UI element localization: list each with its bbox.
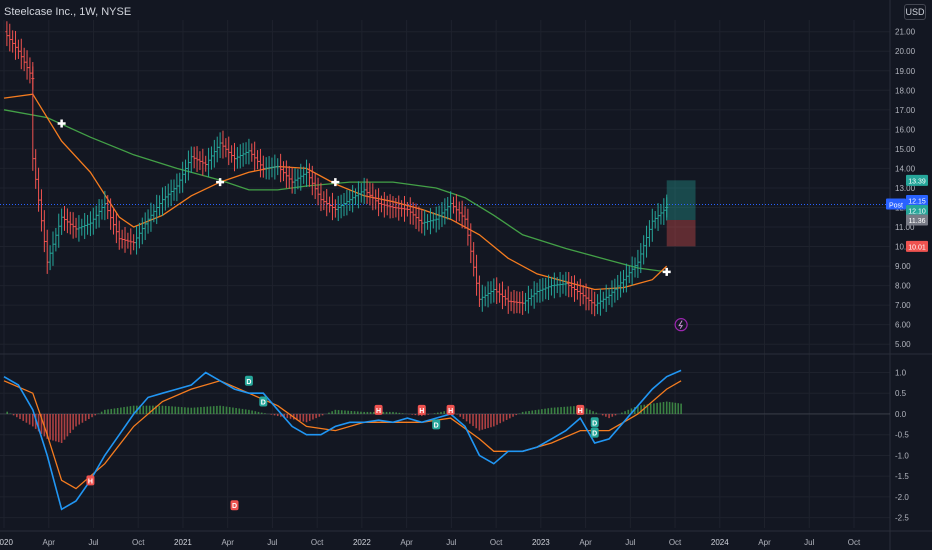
cross-marker [57, 119, 66, 128]
y-tick-label: 17.00 [895, 106, 916, 115]
x-tick-label: Jul [446, 538, 456, 547]
x-tick-label: 2020 [0, 538, 13, 547]
position-target-zone [666, 180, 696, 220]
x-tick-label: Jul [88, 538, 98, 547]
x-tick-label: Oct [311, 538, 324, 547]
signal-badge-label: D [232, 503, 237, 510]
x-tick-label: Jul [804, 538, 814, 547]
osc-y-tick-label: -2.0 [895, 493, 909, 502]
x-tick-label: 2023 [532, 538, 550, 547]
signal-badge-label: D [246, 379, 251, 386]
osc-y-tick-label: -2.5 [895, 514, 909, 523]
y-tick-label: 21.00 [895, 28, 916, 37]
x-tick-label: Oct [490, 538, 503, 547]
price-tag-label: 13.39 [908, 178, 926, 185]
x-tick-label: Jul [267, 538, 277, 547]
signal-badge-label: H [448, 408, 453, 415]
x-tick-label: Oct [848, 538, 861, 547]
ma-slow-line [3, 109, 667, 273]
y-tick-label: 16.00 [895, 125, 916, 134]
x-tick-label: Jul [625, 538, 635, 547]
y-tick-label: 9.00 [895, 262, 911, 271]
currency-button[interactable]: USD [904, 4, 926, 20]
osc-y-tick-label: 0.5 [895, 389, 907, 398]
x-tick-label: 2022 [353, 538, 371, 547]
signal-badge-label: D [434, 422, 439, 429]
ma-fast-line [3, 93, 668, 291]
signal-badge-label: H [578, 408, 583, 415]
y-tick-label: 20.00 [895, 47, 916, 56]
x-tick-label: 2024 [711, 538, 729, 547]
macd-line [3, 369, 682, 511]
osc-y-tick-label: 0.0 [895, 410, 907, 419]
y-tick-label: 15.00 [895, 145, 916, 154]
price-tag-label: 12.15 [908, 199, 926, 206]
osc-y-tick-label: -1.0 [895, 451, 909, 460]
y-tick-label: 14.00 [895, 164, 916, 173]
osc-y-tick-label: 1.0 [895, 369, 907, 378]
signal-badge-label: D [261, 400, 266, 407]
price-tag-label: 10.01 [908, 244, 926, 251]
osc-y-tick-label: -1.5 [895, 472, 909, 481]
y-tick-label: 7.00 [895, 301, 911, 310]
price-chart[interactable]: 5.006.007.008.009.0010.0011.0012.0013.00… [0, 0, 932, 550]
x-tick-label: 2021 [174, 538, 192, 547]
signal-badge-label: H [419, 408, 424, 415]
chart-window: 5.006.007.008.009.0010.0011.0012.0013.00… [0, 0, 932, 550]
price-tag-label: 11.36 [909, 218, 926, 225]
osc-y-tick-label: -0.5 [895, 431, 909, 440]
x-tick-label: Apr [221, 538, 234, 547]
position-stop-zone [666, 219, 696, 247]
y-tick-label: 8.00 [895, 282, 911, 291]
price-tag-label: 12.10 [908, 209, 926, 216]
post-tag-label: Post [889, 203, 903, 210]
y-tick-label: 6.00 [895, 321, 911, 330]
chart-title: Steelcase Inc., 1W, NYSE [4, 6, 132, 18]
signal-badge-label: D [592, 431, 597, 438]
signal-badge-label: D [592, 420, 597, 427]
signal-badge-label: H [376, 408, 381, 415]
y-tick-label: 18.00 [895, 86, 916, 95]
x-tick-label: Apr [758, 538, 771, 547]
y-tick-label: 5.00 [895, 340, 911, 349]
x-tick-label: Oct [132, 538, 145, 547]
signal-badge-label: H [88, 478, 93, 485]
y-tick-label: 19.00 [895, 67, 916, 76]
x-tick-label: Apr [579, 538, 592, 547]
x-tick-label: Apr [400, 538, 413, 547]
x-tick-label: Apr [43, 538, 56, 547]
x-tick-label: Oct [669, 538, 682, 547]
